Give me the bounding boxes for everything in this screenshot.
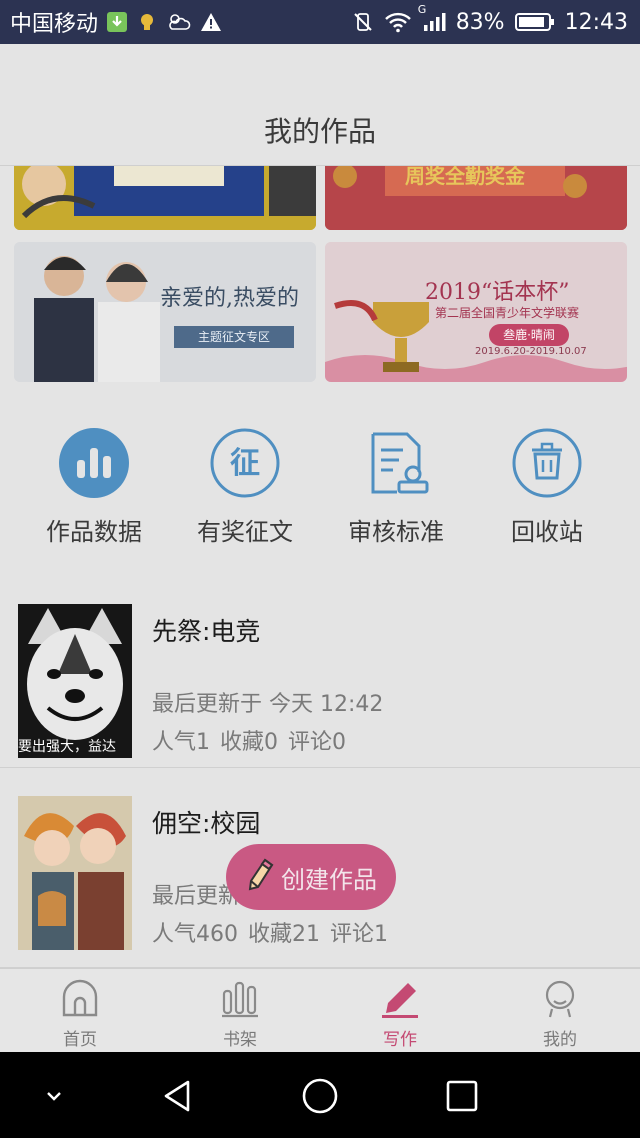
page-title: 我的作品 <box>263 115 376 148</box>
work-title: 先祭:电竞 <box>152 617 261 646</box>
pen-icon <box>380 979 420 1023</box>
work-stats: 人气460 收藏21 评论1 <box>152 916 388 948</box>
anime-cover-art <box>18 796 132 950</box>
work-cover <box>18 796 132 950</box>
profile-icon <box>540 979 580 1023</box>
review-doc-icon <box>359 426 433 500</box>
banner-couple-art <box>14 242 316 382</box>
bottom-tab-bar: 首页 书架 写作 我的 <box>0 968 640 1052</box>
work-comments: 评论1 <box>330 922 388 947</box>
work-stats: 人气1 收藏0 评论0 <box>152 724 346 756</box>
banner-bonus-text: 周奖全勤奖金 <box>405 166 525 188</box>
banner-cup-title: 2019“话本杯” <box>425 280 570 305</box>
banner-huaben-cup[interactable]: 2019“话本杯” 第二届全国青少年文学联赛 叁鹿·晴闹 2019.6.20-2… <box>325 242 627 382</box>
banner-theme-title: 亲爱的,热爱的 <box>160 286 299 311</box>
banner-theme-subtitle: 主题征文专区 <box>174 326 294 348</box>
weather-icon <box>166 11 192 33</box>
recents-square-icon[interactable] <box>440 1074 484 1118</box>
tab-home[interactable]: 首页 <box>0 969 160 1053</box>
banner-recruit[interactable] <box>14 166 316 230</box>
banner-cup-date: 2019.6.20-2019.10.07 <box>475 346 587 357</box>
work-favorites: 收藏0 <box>220 730 278 755</box>
carrier-label: 中国移动 <box>10 12 99 37</box>
banner-recruit-art <box>14 166 316 230</box>
tab-label: 我的 <box>543 1030 577 1050</box>
clock: 12:43 <box>564 9 628 35</box>
status-bar: 中国移动 G 83% 12:43 <box>0 0 640 44</box>
banner-cup-subtitle: 第二届全国青少年文学联赛 <box>435 306 580 320</box>
battery-icon <box>514 11 555 33</box>
work-item[interactable]: 要出强大，益达 先祭:电竞 最后更新于 今天 12:42 人气1 收藏0 评论0 <box>0 576 640 768</box>
work-popularity: 人气460 <box>152 922 238 947</box>
battery-percent: 83% <box>455 9 505 35</box>
screen: 中国移动 G 83% 12:43 我的作品 周奖全勤奖金 亲爱的,热爱的 主题征… <box>0 0 640 1138</box>
contest-icon: 征 <box>208 426 282 500</box>
work-cover: 要出强大，益达 <box>18 604 132 758</box>
work-favorites: 收藏21 <box>248 922 320 947</box>
tool-label: 审核标准 <box>348 518 444 546</box>
husky-cover-art <box>18 604 132 758</box>
trash-icon <box>510 426 584 500</box>
banner-theme-contest[interactable]: 亲爱的,热爱的 主题征文专区 <box>14 242 316 382</box>
tools-row: 作品数据 征 有奖征文 审核标准 回收站 <box>0 404 640 562</box>
cover-caption: 要出强大，益达 <box>18 739 116 755</box>
system-nav-bar <box>0 1052 640 1138</box>
svg-text:征: 征 <box>230 446 260 481</box>
tool-review-standards[interactable]: 审核标准 <box>326 426 466 547</box>
create-work-label: 创建作品 <box>281 865 377 894</box>
pencil-icon <box>245 857 275 897</box>
tab-profile[interactable]: 我的 <box>480 969 640 1053</box>
banner-attendance-bonus[interactable]: 周奖全勤奖金 <box>325 166 627 230</box>
back-icon[interactable] <box>156 1074 200 1118</box>
wifi-icon <box>384 11 412 33</box>
tool-label: 回收站 <box>511 518 583 546</box>
bookshelf-icon <box>220 979 260 1023</box>
tab-bookshelf[interactable]: 书架 <box>160 969 320 1053</box>
download-notification-icon <box>106 11 128 33</box>
tool-label: 作品数据 <box>46 518 142 546</box>
work-comments: 评论0 <box>288 730 346 755</box>
tab-write[interactable]: 写作 <box>320 969 480 1053</box>
warning-icon <box>200 11 222 33</box>
banner-cup-pill: 叁鹿·晴闹 <box>489 324 569 346</box>
page-header: 我的作品 <box>0 44 640 166</box>
bulb-notification-icon <box>136 11 158 33</box>
bar-chart-icon <box>57 426 131 500</box>
chevron-down-icon[interactable] <box>32 1074 76 1118</box>
work-popularity: 人气1 <box>152 730 210 755</box>
create-work-button[interactable]: 创建作品 <box>226 844 396 910</box>
signal-icon: G <box>418 3 446 33</box>
banner-grid: 周奖全勤奖金 亲爱的,热爱的 主题征文专区 2019“话本杯” 第二届全国青少年… <box>0 166 640 396</box>
network-type-label: G <box>417 3 427 16</box>
tab-label: 写作 <box>383 1030 417 1050</box>
home-circle-icon[interactable] <box>298 1074 342 1118</box>
tool-prize-contest[interactable]: 征 有奖征文 <box>175 426 315 547</box>
tab-label: 书架 <box>223 1030 257 1050</box>
work-updated: 最后更新于 今天 12:42 <box>152 692 384 717</box>
tool-recycle-bin[interactable]: 回收站 <box>477 426 617 547</box>
tab-label: 首页 <box>63 1030 97 1050</box>
work-title: 佣空:校园 <box>152 809 261 838</box>
vibrate-off-icon <box>352 11 374 33</box>
tool-label: 有奖征文 <box>197 518 293 546</box>
tool-work-data[interactable]: 作品数据 <box>24 426 164 547</box>
home-icon <box>60 979 100 1023</box>
